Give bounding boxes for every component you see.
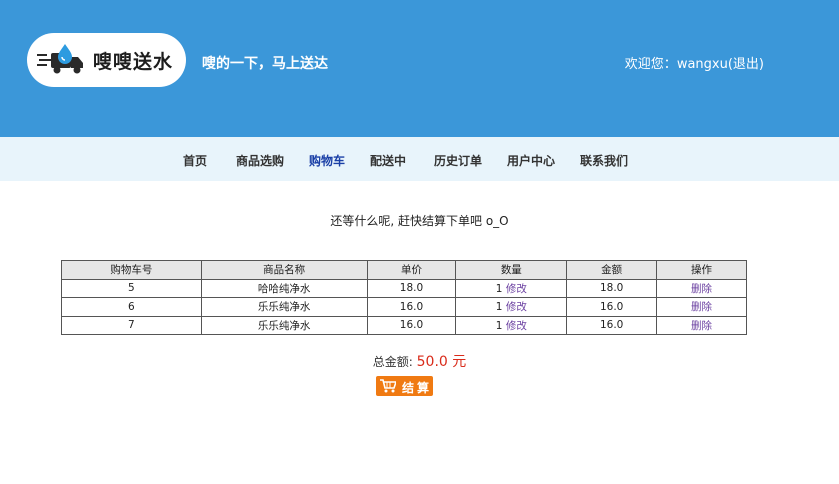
col-header-actions: 操作 <box>656 260 747 280</box>
nav-item-delivering[interactable]: 配送中 <box>370 152 406 169</box>
col-header-unit-price: 单价 <box>366 260 457 280</box>
actions-cell: 删除 <box>656 297 747 317</box>
main-nav: 首页 商品选购 购物车 配送中 历史订单 用户中心 联系我们 <box>0 137 839 181</box>
actions-cell: 删除 <box>656 278 747 298</box>
table-header-row: 购物车号 商品名称 单价 数量 金额 操作 <box>61 260 747 280</box>
edit-quantity-link[interactable]: 修改 <box>506 320 527 332</box>
delete-link[interactable]: 删除 <box>691 283 712 295</box>
amount-cell: 18.0 <box>566 278 658 298</box>
edit-quantity-link[interactable]: 修改 <box>506 283 527 295</box>
water-delivery-truck-icon <box>37 44 83 74</box>
unit-price-cell: 16.0 <box>366 297 457 317</box>
cart-id-cell: 7 <box>61 315 202 335</box>
edit-quantity-link[interactable]: 修改 <box>506 301 527 313</box>
quantity-value: 1 <box>495 282 503 295</box>
cart-id-cell: 5 <box>61 278 202 298</box>
username: wangxu <box>676 57 728 72</box>
table-row: 7 乐乐纯净水 16.0 1 修改 16.0 删除 <box>61 315 747 335</box>
delete-link[interactable]: 删除 <box>691 320 712 332</box>
quantity-cell: 1 修改 <box>455 315 568 335</box>
logo[interactable]: 嗖嗖送水 <box>27 33 186 87</box>
product-name-cell: 哈哈纯净水 <box>200 278 368 298</box>
shopping-cart-icon <box>380 379 396 393</box>
unit-price-cell: 18.0 <box>366 278 457 298</box>
cart-id-cell: 6 <box>61 297 202 317</box>
welcome-text: 欢迎您： <box>624 57 677 72</box>
checkout-button[interactable]: 结算 <box>376 376 433 396</box>
quantity-value: 1 <box>495 319 503 332</box>
product-name-cell: 乐乐纯净水 <box>200 297 368 317</box>
nav-item-order-history[interactable]: 历史订单 <box>434 152 482 169</box>
nav-item-cart[interactable]: 购物车 <box>309 152 345 169</box>
quantity-value: 1 <box>495 301 503 314</box>
total-value: 50.0 元 <box>416 354 467 370</box>
nav-item-home[interactable]: 首页 <box>183 152 207 169</box>
site-header: 嗖嗖送水 嗖的一下，马上送达 欢迎您：wangxu(退出) <box>0 0 839 137</box>
actions-cell: 删除 <box>656 315 747 335</box>
col-header-cart-id: 购物车号 <box>61 260 202 280</box>
logout-link[interactable]: (退出) <box>728 57 764 72</box>
slogan: 嗖的一下，马上送达 <box>202 56 328 72</box>
checkout-label: 结算 <box>402 381 433 395</box>
cart-table: 购物车号 商品名称 单价 数量 金额 操作 5 哈哈纯净水 18.0 1 修改 … <box>61 260 747 335</box>
quantity-cell: 1 修改 <box>455 278 568 298</box>
table-row: 5 哈哈纯净水 18.0 1 修改 18.0 删除 <box>61 278 747 298</box>
checkout-prompt: 还等什么呢, 赶快结算下单吧 o_O <box>330 214 509 228</box>
product-name-cell: 乐乐纯净水 <box>200 315 368 335</box>
brand-name: 嗖嗖送水 <box>93 51 174 73</box>
nav-item-user-center[interactable]: 用户中心 <box>507 152 555 169</box>
col-header-product-name: 商品名称 <box>200 260 368 280</box>
amount-cell: 16.0 <box>566 297 658 317</box>
nav-item-contact[interactable]: 联系我们 <box>580 152 628 169</box>
delete-link[interactable]: 删除 <box>691 301 712 313</box>
table-row: 6 乐乐纯净水 16.0 1 修改 16.0 删除 <box>61 297 747 317</box>
nav-item-shop[interactable]: 商品选购 <box>236 152 284 169</box>
col-header-quantity: 数量 <box>455 260 568 280</box>
unit-price-cell: 16.0 <box>366 315 457 335</box>
amount-cell: 16.0 <box>566 315 658 335</box>
welcome-area: 欢迎您：wangxu(退出) <box>625 53 764 72</box>
quantity-cell: 1 修改 <box>455 297 568 317</box>
total-amount: 总金额: 50.0 元 <box>0 351 839 371</box>
total-label: 总金额: <box>372 355 413 369</box>
col-header-amount: 金额 <box>566 260 658 280</box>
